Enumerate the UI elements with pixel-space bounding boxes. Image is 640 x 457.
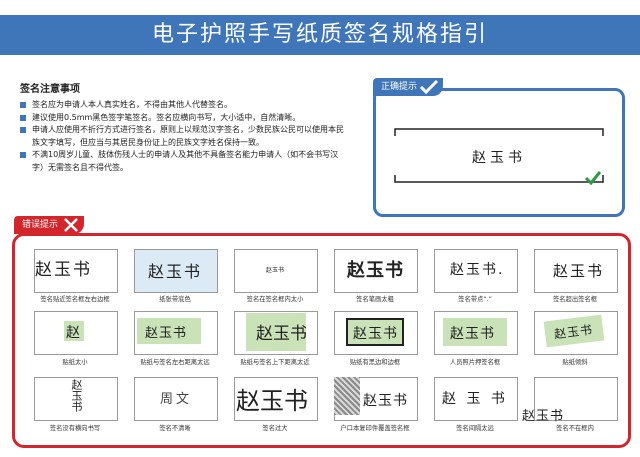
example-signature: 赵 玉 书 bbox=[442, 391, 508, 407]
example-signature: 赵 bbox=[66, 325, 80, 341]
example-caption: 签名不清晰 bbox=[159, 425, 191, 432]
example-caption: 贴纸倾斜 bbox=[562, 359, 588, 366]
cross-icon bbox=[64, 218, 78, 232]
example-caption: 签名没有横向书写 bbox=[49, 425, 101, 432]
example-caption: 签名贴近签名框左右边框 bbox=[40, 296, 110, 303]
example-signature: 赵玉书 bbox=[553, 262, 605, 280]
correct-signature: 赵玉书 bbox=[472, 150, 526, 166]
notes-item: 申请人应使用不折行方式进行签名，原则上以规范汉字签名，少数民族公民可以使用本民族… bbox=[20, 124, 350, 149]
example-caption: 签名带点“.” bbox=[458, 296, 492, 303]
green-check-icon bbox=[584, 171, 602, 186]
notes-item: 不满10周岁儿童、肢体伤残人士的申请人及其他不具备签名能力申请人（如不会书写汉字… bbox=[20, 149, 350, 174]
example-signature: 赵玉书. bbox=[450, 262, 505, 278]
example-signature: 赵玉书 bbox=[148, 262, 203, 281]
example-signature: 赵玉书 bbox=[145, 326, 188, 341]
notes-item: 建议使用0.5mm黑色签字笔签名。签名应横向书写，大小适中，自然清晰。 bbox=[20, 112, 350, 125]
wrong-tag: 错误提示 bbox=[14, 216, 85, 234]
correct-tag: 正确提示 bbox=[373, 78, 444, 96]
example-caption: 签名过大 bbox=[262, 425, 288, 432]
wrong-tag-label: 错误提示 bbox=[22, 220, 59, 230]
example-signature: 周文 bbox=[160, 392, 193, 407]
example-signature: 赵玉书 bbox=[353, 326, 398, 342]
example-signature: 赵玉书 bbox=[35, 260, 92, 280]
example-caption: 签名间隔太远 bbox=[456, 425, 494, 432]
example-caption: 贴纸与签名左右距离太远 bbox=[140, 359, 210, 366]
example-caption: 户口本复印件覆盖签名框 bbox=[340, 425, 410, 432]
example-caption: 签名超出签名框 bbox=[552, 296, 598, 303]
check-icon bbox=[419, 79, 439, 95]
example-caption: 贴纸与签名上下距离太近 bbox=[240, 359, 310, 366]
notes-item: 签名应为申请人本人真实姓名，不得由其他人代替签名。 bbox=[20, 99, 350, 112]
example-signature: 赵玉书 bbox=[522, 409, 565, 424]
example-caption: 签名笔画太粗 bbox=[356, 296, 394, 303]
example-signature: 赵玉书 bbox=[70, 379, 83, 412]
example-caption: 贴纸有黑边和边框 bbox=[349, 359, 401, 366]
example-signature: 赵玉书 bbox=[236, 387, 308, 415]
notes-list: 签名应为申请人本人真实姓名，不得由其他人代替签名。 建议使用0.5mm黑色签字笔… bbox=[20, 99, 350, 174]
example-caption: 签名在签名框内太小 bbox=[246, 296, 304, 303]
example-caption: 人员照片押签名框 bbox=[449, 359, 501, 366]
example-signature: 赵玉书 bbox=[256, 324, 307, 344]
household-register-copy bbox=[334, 377, 360, 415]
example-signature: 赵玉书 bbox=[266, 267, 285, 274]
page-title-banner: 电子护照手写纸质签名规格指引 bbox=[0, 15, 640, 55]
example-caption: 贴纸太小 bbox=[62, 359, 88, 366]
example-signature: 赵玉书 bbox=[363, 393, 408, 409]
page-title: 电子护照手写纸质签名规格指引 bbox=[151, 22, 488, 47]
example-signature: 赵玉书 bbox=[450, 326, 495, 342]
example-caption: 纸张带底色 bbox=[159, 296, 191, 303]
correct-tag-label: 正确提示 bbox=[381, 82, 418, 92]
example-caption: 签名不在框内 bbox=[556, 425, 594, 432]
notes-heading: 签名注意事项 bbox=[20, 84, 80, 95]
example-signature: 赵玉书 bbox=[347, 260, 404, 281]
